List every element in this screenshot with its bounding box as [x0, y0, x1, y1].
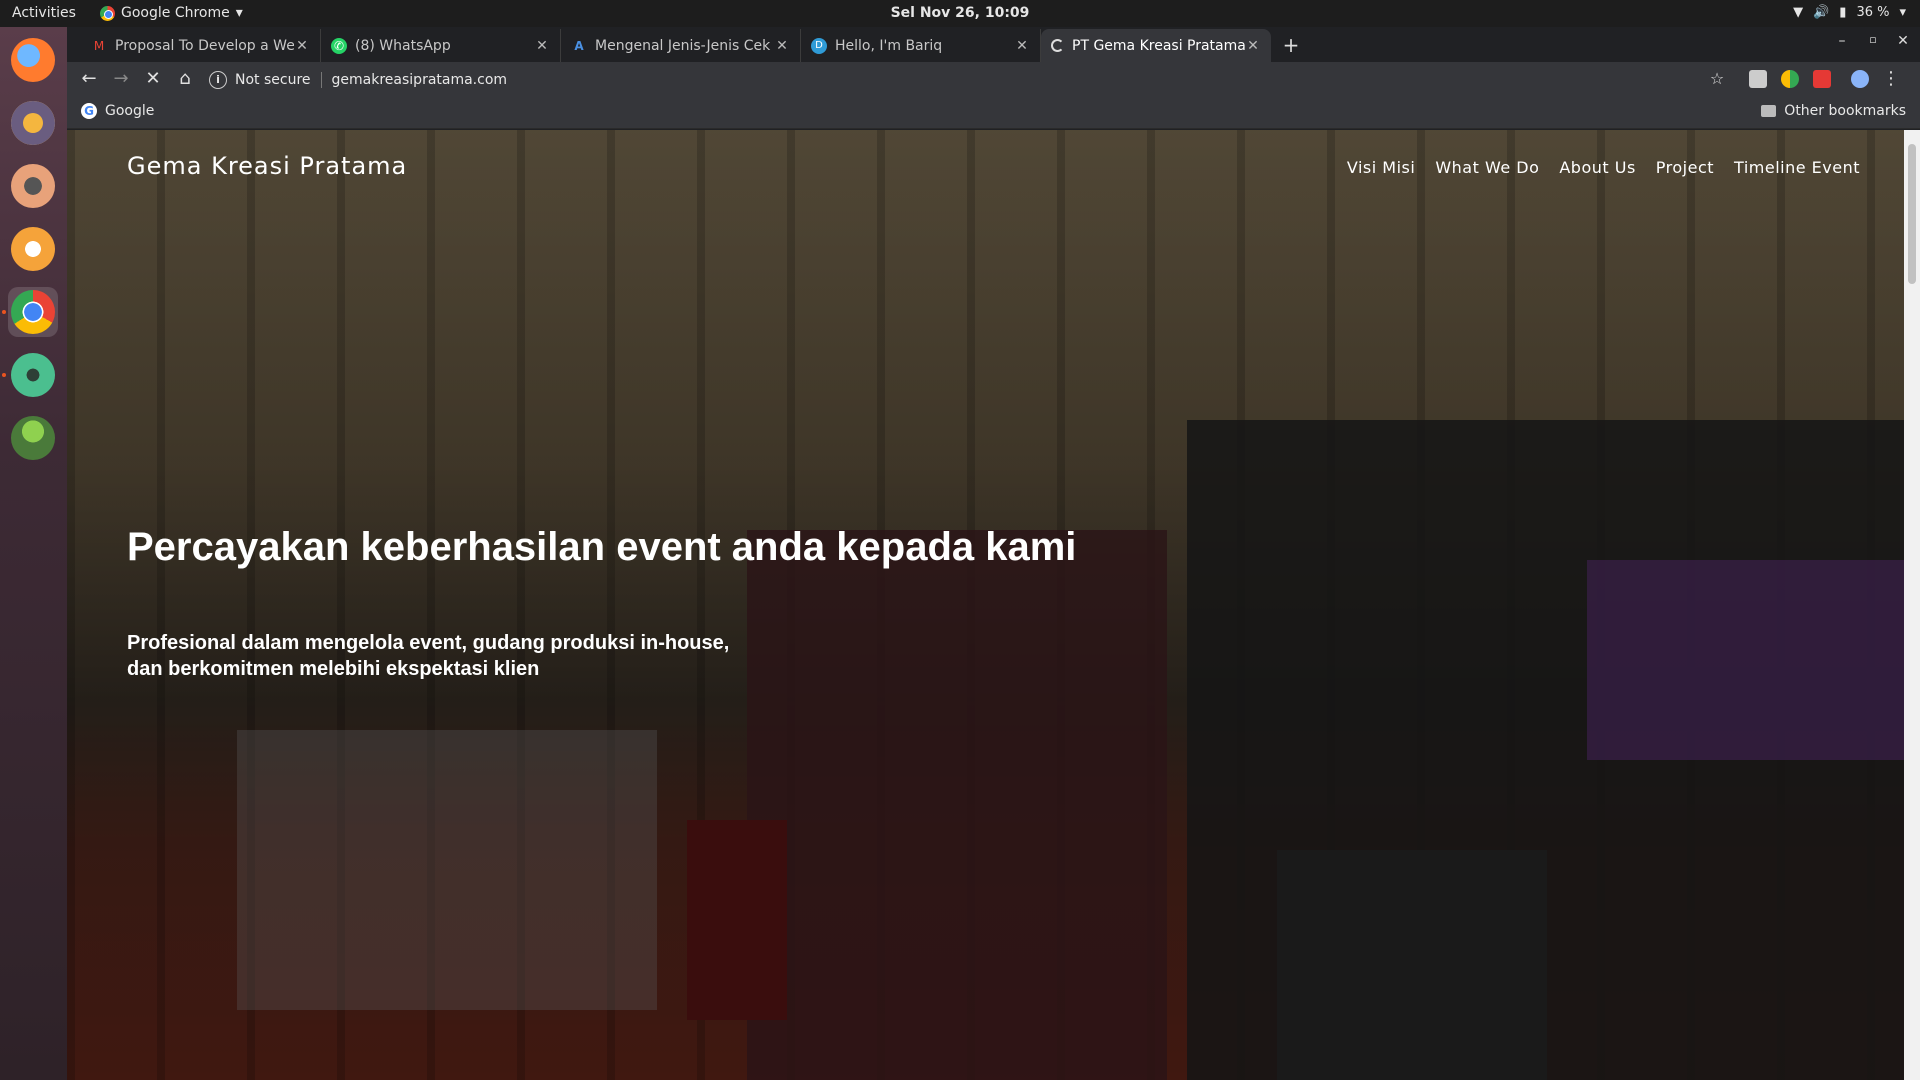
tab-strip: M Proposal To Develop a We ✕ ✆ (8) Whats…: [67, 27, 1920, 62]
page-viewport: Gema Kreasi Pratama Visi Misi What We Do…: [67, 130, 1920, 1080]
files-icon: [11, 101, 55, 145]
android-studio-icon: [11, 416, 55, 460]
status-area[interactable]: ▼ 🔊 ▮ 36 % ▾: [1793, 5, 1906, 20]
info-icon[interactable]: i: [209, 70, 227, 89]
dock-atom[interactable]: [8, 350, 58, 400]
site-logo[interactable]: Gema Kreasi Pratama: [127, 152, 407, 180]
close-icon[interactable]: ✕: [294, 38, 310, 54]
close-icon[interactable]: ✕: [1014, 38, 1030, 54]
dock-android-studio[interactable]: [8, 413, 58, 463]
hero-background-screen: [1587, 560, 1904, 760]
hero-headline: Percayakan keberhasilan event anda kepad…: [127, 525, 1077, 569]
hero-subtitle-line: Profesional dalam mengelola event, gudan…: [127, 632, 730, 654]
close-window-button[interactable]: ✕: [1893, 33, 1913, 49]
hero-background-counter: [1277, 850, 1547, 1080]
hero-subtitle-line: dan berkomitmen melebihi ekspektasi klie…: [127, 658, 540, 680]
dock-firefox[interactable]: [8, 35, 58, 85]
bookmark-google[interactable]: G Google: [81, 103, 154, 119]
minimize-button[interactable]: –: [1832, 33, 1852, 49]
close-icon[interactable]: ✕: [774, 38, 790, 54]
profile-avatar[interactable]: [1851, 70, 1869, 88]
speaker-icon: [11, 164, 55, 208]
tab-title: Hello, I'm Bariq: [835, 37, 943, 54]
tab-mengenal[interactable]: A Mengenal Jenis-Jenis Cek ✕: [561, 29, 801, 62]
dock-sound[interactable]: [8, 161, 58, 211]
url-text: gemakreasipratama.com: [331, 71, 508, 88]
tab-title: (8) WhatsApp: [355, 37, 451, 54]
whatsapp-icon: ✆: [331, 37, 347, 54]
running-indicator: [2, 310, 6, 314]
back-button[interactable]: ←: [77, 67, 101, 91]
battery-level: 36 %: [1856, 5, 1890, 20]
tab-title: Mengenal Jenis-Jenis Cek: [595, 37, 771, 54]
dock: [0, 27, 67, 1080]
chrome-icon: [11, 290, 55, 334]
page-scrollbar[interactable]: [1904, 130, 1920, 1080]
close-icon[interactable]: ✕: [1245, 38, 1261, 54]
tab-whatsapp[interactable]: ✆ (8) WhatsApp ✕: [321, 29, 561, 62]
divider: [320, 71, 322, 88]
maximize-button[interactable]: ▫: [1863, 33, 1883, 46]
hero-background-booth: [237, 730, 657, 1010]
loading-icon: [1051, 39, 1064, 52]
security-label: Not secure: [235, 71, 311, 88]
atom-icon: [11, 353, 55, 397]
extension-icon[interactable]: [1749, 70, 1767, 88]
firefox-icon: [11, 38, 55, 82]
site-icon: D: [811, 37, 827, 54]
extension-icon[interactable]: [1781, 70, 1799, 88]
bookmark-label: Google: [105, 103, 155, 119]
tab-title: Proposal To Develop a We: [115, 37, 294, 54]
browser-window: M Proposal To Develop a We ✕ ✆ (8) Whats…: [67, 27, 1920, 1080]
folder-icon: [1761, 105, 1777, 117]
new-tab-button[interactable]: +: [1279, 33, 1303, 57]
main-nav: Visi Misi What We Do About Us Project Ti…: [1347, 158, 1860, 177]
dock-chrome[interactable]: [8, 287, 58, 337]
dock-files[interactable]: [8, 98, 58, 148]
close-icon[interactable]: ✕: [534, 38, 550, 54]
bookmarks-bar: G Google Other bookmarks: [67, 96, 1920, 129]
clock[interactable]: Sel Nov 26, 10:09: [0, 5, 1920, 21]
google-icon: G: [81, 103, 97, 119]
site-icon: A: [574, 38, 584, 53]
other-bookmarks-label: Other bookmarks: [1784, 103, 1906, 119]
tab-proposal[interactable]: M Proposal To Develop a We ✕: [81, 29, 321, 62]
nav-timeline-event[interactable]: Timeline Event: [1734, 158, 1860, 177]
nav-visi-misi[interactable]: Visi Misi: [1347, 158, 1415, 177]
running-indicator: [2, 373, 6, 377]
home-button[interactable]: ⌂: [173, 67, 197, 91]
bookmark-star-icon[interactable]: ☆: [1705, 67, 1729, 91]
dock-screenshot[interactable]: [8, 224, 58, 274]
tab-bariq[interactable]: D Hello, I'm Bariq ✕: [801, 29, 1041, 62]
chevron-down-icon: ▾: [1899, 5, 1906, 20]
wifi-icon: ▼: [1793, 5, 1804, 20]
camera-icon: [11, 227, 55, 271]
nav-project[interactable]: Project: [1656, 158, 1714, 177]
stop-button[interactable]: ✕: [141, 67, 165, 91]
hero-background-counter: [687, 820, 787, 1020]
browser-toolbar: ← → ✕ ⌂ i Not secure gemakreasipratama.c…: [67, 62, 1920, 96]
system-top-bar: Activities Google Chrome ▾ Sel Nov 26, 1…: [0, 0, 1920, 27]
battery-icon: ▮: [1839, 5, 1847, 20]
adblock-icon[interactable]: [1813, 70, 1831, 88]
hero-subtitle: Profesional dalam mengelola event, gudan…: [127, 630, 827, 682]
hero-section: [67, 130, 1907, 1080]
address-bar[interactable]: i Not secure gemakreasipratama.com: [209, 66, 1779, 93]
other-bookmarks[interactable]: Other bookmarks: [1761, 103, 1906, 119]
tab-title: PT Gema Kreasi Pratama: [1072, 37, 1245, 54]
scrollbar-thumb[interactable]: [1908, 144, 1916, 284]
volume-icon: 🔊: [1813, 5, 1830, 20]
gmail-icon: M: [93, 38, 105, 53]
nav-about-us[interactable]: About Us: [1559, 158, 1635, 177]
nav-what-we-do[interactable]: What We Do: [1435, 158, 1539, 177]
menu-kebab-icon[interactable]: ⋮: [1879, 67, 1903, 91]
hero-background-booth: [747, 530, 1167, 1080]
tab-gema-kreasi[interactable]: PT Gema Kreasi Pratama ✕: [1041, 29, 1271, 62]
forward-button[interactable]: →: [109, 67, 133, 91]
